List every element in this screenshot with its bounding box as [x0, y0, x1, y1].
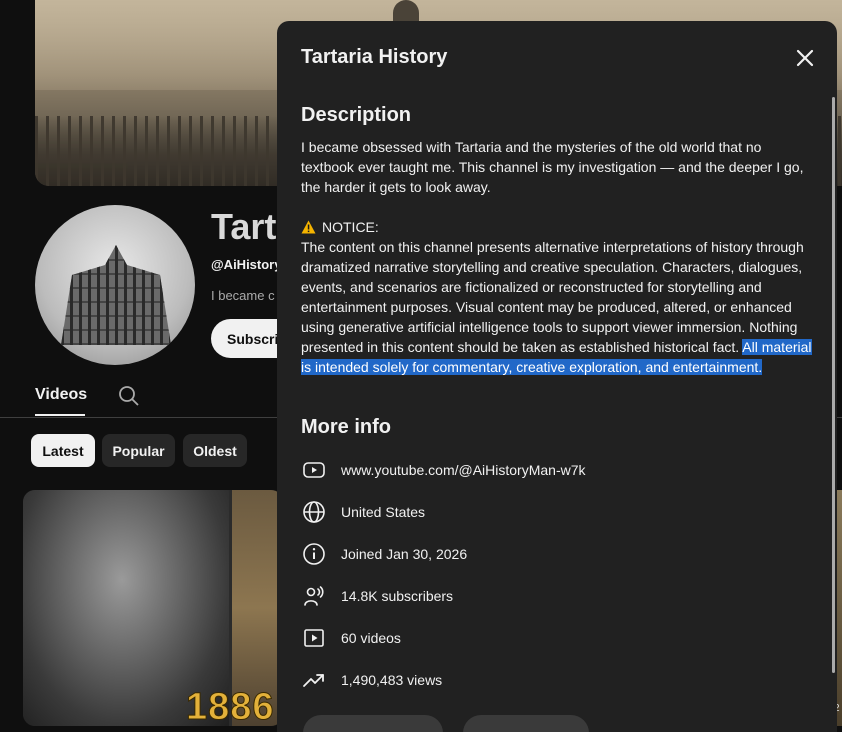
youtube-icon	[303, 462, 325, 478]
report-user-button[interactable]	[463, 715, 589, 732]
search-icon[interactable]	[117, 384, 141, 408]
info-row-url: www.youtube.com/@AiHistoryMan-w7k	[301, 449, 815, 491]
subscriber-count-text: 14.8K subscribers	[341, 588, 454, 604]
info-row-videos: 60 videos	[301, 617, 815, 659]
video-count-text: 60 videos	[341, 630, 401, 646]
chip-oldest[interactable]: Oldest	[183, 434, 247, 467]
channel-description-preview[interactable]: I became c	[211, 288, 275, 303]
description-intro: I became obsessed with Tartaria and the …	[301, 139, 804, 195]
info-row-views: 1,490,483 views	[301, 659, 815, 701]
chip-latest[interactable]: Latest	[31, 434, 95, 467]
chip-popular[interactable]: Popular	[102, 434, 175, 467]
info-icon	[303, 543, 325, 565]
country-text: United States	[341, 504, 426, 520]
joined-date-text: Joined Jan 30, 2026	[341, 546, 468, 562]
close-icon	[796, 49, 814, 67]
more-info-list: www.youtube.com/@AiHistoryMan-w7k United…	[301, 449, 815, 701]
dialog-scrollbar[interactable]	[832, 97, 835, 673]
notice-line: NOTICE:	[301, 217, 815, 237]
description-heading: Description	[301, 104, 412, 126]
channel-avatar[interactable]	[35, 205, 195, 365]
channel-handle: @AiHistory	[211, 257, 282, 272]
description-text: I became obsessed with Tartaria and the …	[301, 137, 815, 377]
about-dialog: Tartaria History Description I became ob…	[277, 21, 837, 732]
globe-icon	[303, 501, 325, 523]
info-row-subscribers: 14.8K subscribers	[301, 575, 815, 617]
active-tab-indicator	[35, 414, 85, 416]
warning-icon	[301, 220, 316, 234]
notice-body: The content on this channel presents alt…	[301, 237, 815, 377]
close-button[interactable]	[792, 45, 818, 71]
channel-url-link[interactable]: www.youtube.com/@AiHistoryMan-w7k	[341, 462, 586, 478]
more-info-heading: More info	[301, 416, 391, 438]
share-channel-button[interactable]	[303, 715, 443, 732]
notice-label: NOTICE:	[322, 219, 379, 235]
dialog-title: Tartaria History	[301, 46, 448, 68]
thumbnail-year-text: 1886	[186, 686, 275, 729]
info-row-country: United States	[301, 491, 815, 533]
tab-videos[interactable]: Videos	[35, 386, 87, 404]
channel-title: Tart	[211, 206, 277, 247]
video-play-icon	[304, 629, 324, 647]
subscribers-icon	[304, 586, 324, 606]
view-count-text: 1,490,483 views	[341, 672, 443, 688]
notice-body-text: The content on this channel presents alt…	[301, 239, 804, 355]
info-row-joined: Joined Jan 30, 2026	[301, 533, 815, 575]
trending-up-icon	[303, 674, 324, 687]
